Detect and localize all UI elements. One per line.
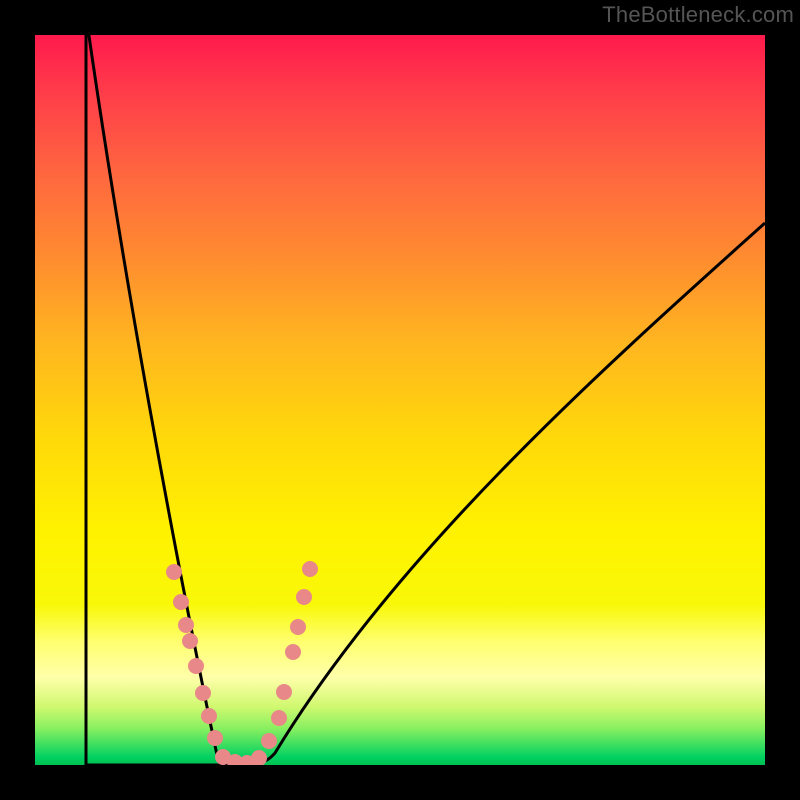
marker-dot <box>276 684 292 700</box>
marker-dot <box>271 710 287 726</box>
watermark-label: TheBottleneck.com <box>602 2 794 28</box>
marker-dot <box>173 594 189 610</box>
marker-dot <box>166 564 182 580</box>
marker-dot <box>207 730 223 746</box>
marker-dot <box>290 619 306 635</box>
marker-dot <box>296 589 312 605</box>
marker-dot <box>261 733 277 749</box>
right-curve <box>250 223 765 762</box>
curve-group <box>86 35 765 765</box>
chart-frame: TheBottleneck.com <box>0 0 800 800</box>
left-curve <box>86 35 255 765</box>
marker-dot <box>178 617 194 633</box>
marker-dot <box>302 561 318 577</box>
marker-dot <box>285 644 301 660</box>
marker-group <box>166 561 318 765</box>
marker-dot <box>188 658 204 674</box>
marker-dot <box>251 750 267 765</box>
plot-area <box>35 35 765 765</box>
chart-svg <box>35 35 765 765</box>
marker-dot <box>201 708 217 724</box>
marker-dot <box>182 633 198 649</box>
marker-dot <box>195 685 211 701</box>
